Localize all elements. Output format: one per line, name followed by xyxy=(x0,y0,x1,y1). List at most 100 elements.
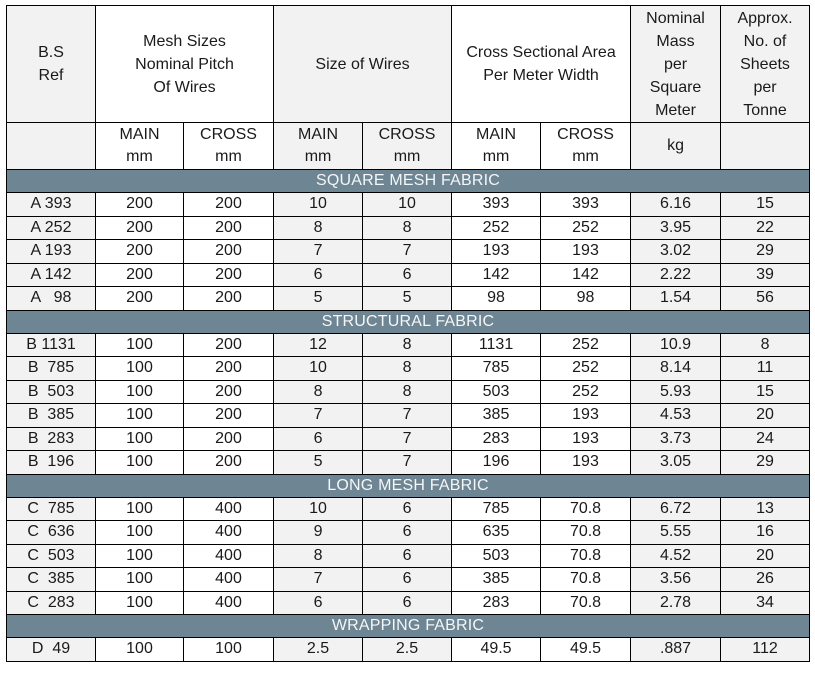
header-mesh-main: MAIN mm xyxy=(95,122,184,170)
table-row: C 385 100 400 7 6 385 70.8 3.56 26 xyxy=(6,567,811,592)
cell-mesh-main: 100 xyxy=(95,520,184,545)
cell-nominal-mass: 8.14 xyxy=(630,356,722,381)
cell-area-cross: 70.8 xyxy=(540,590,632,615)
cell-sheets-per-tonne: 22 xyxy=(720,215,811,240)
cell-wire-main: 9 xyxy=(273,520,364,545)
cell-area-cross: 252 xyxy=(540,379,632,404)
section-title: LONG MESH FABRIC xyxy=(5,473,811,498)
cell-wire-cross: 7 xyxy=(362,239,453,264)
cell-bs-ref: C 385 xyxy=(6,567,96,592)
cell-bs-ref: B 283 xyxy=(6,426,96,451)
cell-mesh-cross: 100 xyxy=(182,637,275,662)
cell-wire-main: 6 xyxy=(273,426,364,451)
cell-wire-main: 10 xyxy=(273,192,364,217)
cell-area-cross: 393 xyxy=(540,192,632,217)
cell-area-main: 785 xyxy=(451,496,542,521)
cell-nominal-mass: 4.52 xyxy=(630,543,722,568)
cell-wire-main: 5 xyxy=(273,286,364,311)
cell-wire-cross: 7 xyxy=(362,450,453,475)
cell-mesh-main: 200 xyxy=(95,286,184,311)
cell-nominal-mass: 3.73 xyxy=(630,426,722,451)
cell-area-cross: 193 xyxy=(540,403,632,428)
header-wire-main: MAIN mm xyxy=(273,122,364,170)
table-row: A 98 200 200 5 5 98 98 1.54 56 xyxy=(6,286,811,311)
cell-mesh-cross: 400 xyxy=(182,543,275,568)
cell-area-main: 196 xyxy=(451,450,542,475)
cell-wire-cross: 8 xyxy=(362,332,453,357)
cell-nominal-mass: 5.93 xyxy=(630,379,722,404)
header-wire-cross: CROSS mm xyxy=(362,122,453,170)
cell-wire-main: 5 xyxy=(273,450,364,475)
section-title: WRAPPING FABRIC xyxy=(5,614,811,638)
cell-nominal-mass: 2.78 xyxy=(630,590,722,615)
cell-wire-main: 6 xyxy=(273,262,364,287)
cell-area-main: 503 xyxy=(451,379,542,404)
cell-bs-ref: D 49 xyxy=(6,637,96,662)
cell-area-cross: 70.8 xyxy=(540,567,632,592)
cell-mesh-main: 100 xyxy=(95,356,184,381)
table-row: A 142 200 200 6 6 142 142 2.22 39 xyxy=(6,262,811,287)
cell-bs-ref: C 785 xyxy=(6,496,96,521)
cell-mesh-cross: 200 xyxy=(182,262,275,287)
cell-nominal-mass: 3.56 xyxy=(630,567,722,592)
cell-nominal-mass: 10.9 xyxy=(630,332,722,357)
cell-wire-main: 7 xyxy=(273,567,364,592)
cell-wire-cross: 6 xyxy=(362,520,453,545)
header-row-units: MAIN mm CROSS mm MAIN mm CROSS mm MAIN m… xyxy=(6,122,811,170)
cell-nominal-mass: 3.95 xyxy=(630,215,722,240)
table-row: B 385 100 200 7 7 385 193 4.53 20 xyxy=(6,403,811,428)
header-row-main: B.S Ref Mesh Sizes Nominal Pitch Of Wire… xyxy=(6,5,811,123)
cell-nominal-mass: 4.53 xyxy=(630,403,722,428)
cell-mesh-main: 100 xyxy=(95,543,184,568)
table-body: SQUARE MESH FABRIC A 393 200 200 10 10 393 393 6… xyxy=(5,169,811,662)
cell-mesh-main: 100 xyxy=(95,496,184,521)
cell-bs-ref: A 393 xyxy=(6,192,96,217)
cell-nominal-mass: 2.22 xyxy=(630,262,722,287)
cell-sheets-per-tonne: 39 xyxy=(720,262,811,287)
header-mass-unit: kg xyxy=(630,122,722,170)
cell-area-cross: 252 xyxy=(540,332,632,357)
cell-wire-cross: 8 xyxy=(362,379,453,404)
cell-mesh-cross: 200 xyxy=(182,215,275,240)
section-header: SQUARE MESH FABRIC xyxy=(5,169,811,193)
cell-mesh-cross: 200 xyxy=(182,426,275,451)
table-row: B 283 100 200 6 7 283 193 3.73 24 xyxy=(6,426,811,451)
cell-wire-main: 7 xyxy=(273,239,364,264)
table-row: B 785 100 200 10 8 785 252 8.14 11 xyxy=(6,356,811,381)
cell-sheets-per-tonne: 11 xyxy=(720,356,811,381)
cell-mesh-main: 200 xyxy=(95,239,184,264)
cell-mesh-main: 100 xyxy=(95,637,184,662)
cell-sheets-per-tonne: 16 xyxy=(720,520,811,545)
mesh-fabric-table: B.S Ref Mesh Sizes Nominal Pitch Of Wire… xyxy=(5,5,811,662)
cell-mesh-main: 100 xyxy=(95,567,184,592)
cell-nominal-mass: .887 xyxy=(630,637,722,662)
table-row: D 49 100 100 2.5 2.5 49.5 49.5.887 112 xyxy=(6,637,811,662)
cell-area-cross: 193 xyxy=(540,426,632,451)
cell-nominal-mass: 1.54 xyxy=(630,286,722,311)
cell-area-main: 393 xyxy=(451,192,542,217)
cell-wire-main: 8 xyxy=(273,543,364,568)
cell-bs-ref: B 196 xyxy=(6,450,96,475)
cell-wire-main: 10 xyxy=(273,356,364,381)
cell-wire-cross: 10 xyxy=(362,192,453,217)
cell-bs-ref: A 193 xyxy=(6,239,96,264)
cell-mesh-cross: 200 xyxy=(182,379,275,404)
cell-wire-cross: 7 xyxy=(362,426,453,451)
header-bs-ref: B.S Ref xyxy=(6,5,96,123)
header-sheets-unit xyxy=(720,122,811,170)
section-header: STRUCTURAL FABRIC xyxy=(5,309,811,334)
header-mesh-cross: CROSS mm xyxy=(182,122,275,170)
table-row: A 193 200 200 7 7 193 193 3.02 29 xyxy=(6,239,811,264)
cell-sheets-per-tonne: 29 xyxy=(720,239,811,264)
cell-mesh-cross: 200 xyxy=(182,239,275,264)
cell-sheets-per-tonne: 24 xyxy=(720,426,811,451)
header-mesh-sizes: Mesh Sizes Nominal Pitch Of Wires xyxy=(94,5,275,123)
cell-bs-ref: B 385 xyxy=(6,403,96,428)
cell-wire-cross: 6 xyxy=(362,567,453,592)
cell-area-cross: 193 xyxy=(540,239,632,264)
cell-area-cross: 49.5 xyxy=(540,637,632,662)
cell-sheets-per-tonne: 8 xyxy=(720,332,811,357)
cell-sheets-per-tonne: 15 xyxy=(720,379,811,404)
cell-bs-ref: A 252 xyxy=(6,215,96,240)
cell-wire-cross: 8 xyxy=(362,215,453,240)
